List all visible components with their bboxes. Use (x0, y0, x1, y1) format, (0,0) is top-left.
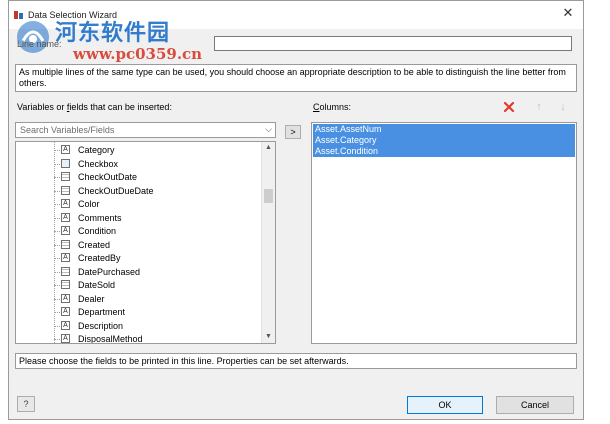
text-field-icon: A (61, 145, 70, 154)
tree-item-label: Dealer (78, 293, 105, 304)
tree-connector (54, 150, 60, 151)
date-field-icon (61, 185, 70, 195)
tree-item-label: Comments (78, 212, 122, 223)
text-field-icon: A (61, 307, 70, 316)
variables-tree[interactable]: A Category Checkbox CheckOutDate CheckOutDue… (15, 141, 276, 344)
date-field-icon (61, 239, 70, 249)
tree-connector (54, 244, 60, 246)
delete-icon[interactable] (502, 100, 516, 114)
column-item[interactable]: Asset.Category (313, 135, 575, 146)
data-selection-wizard-dialog: Data Selection Wizard ✕ 河东软件园 www.pc0359… (8, 0, 584, 420)
tree-connector (54, 298, 60, 300)
description-text: As multiple lines of the same type can b… (15, 64, 577, 92)
ok-button[interactable]: OK (407, 396, 483, 414)
scroll-down-icon[interactable]: ▼ (262, 331, 275, 343)
scroll-thumb[interactable] (264, 189, 273, 203)
text-field-icon: A (61, 293, 70, 303)
tree-connector (54, 163, 60, 165)
tree-item-label: DisposalMethod (78, 334, 143, 344)
date-field-icon (61, 280, 70, 289)
help-button[interactable]: ? (17, 396, 35, 412)
columns-list[interactable]: Asset.AssetNum Asset.Category Asset.Condit… (311, 122, 577, 344)
search-variables-combobox[interactable]: Search Variables/Fields ⌵ (15, 122, 276, 138)
variables-label: Variables or fields that can be inserted… (17, 102, 172, 112)
tree-item-label: CreatedBy (78, 253, 121, 263)
column-item[interactable]: Asset.Condition (313, 146, 575, 157)
text-field-icon: A (61, 212, 70, 222)
tree-connector (54, 312, 60, 313)
tree-item-label: Created (78, 239, 111, 250)
hint-text: Please choose the fields to be printed i… (15, 353, 577, 369)
date-field-icon (61, 266, 70, 276)
tree-connector (54, 177, 60, 178)
watermark-url: www.pc0359.cn (73, 45, 203, 63)
tree-item-label: CheckOutDate (78, 172, 138, 182)
tree-item-label: Department (78, 307, 126, 317)
tree-connector (54, 271, 60, 273)
tree-connector (54, 231, 60, 232)
line-name-input[interactable] (214, 36, 572, 51)
tree-connector (54, 217, 60, 219)
tree-item-label: Category (78, 145, 115, 155)
tree-connector (54, 325, 60, 327)
tree-item-label: DateSold (78, 280, 116, 290)
tree-scrollbar[interactable]: ▲ ▼ (261, 142, 275, 343)
move-up-icon[interactable]: ↑ (533, 100, 545, 114)
date-field-icon (61, 172, 70, 181)
tree-connector (54, 285, 60, 286)
tree-connector (54, 258, 60, 259)
add-field-button[interactable]: > (285, 125, 301, 139)
cancel-button[interactable]: Cancel (496, 396, 574, 414)
scroll-up-icon[interactable]: ▲ (262, 142, 275, 154)
tree-item-label: Description (78, 320, 124, 331)
tree-item-label: CheckOutDueDate (78, 185, 154, 196)
tree-connector (54, 190, 60, 192)
text-field-icon: A (61, 253, 70, 262)
text-field-icon: A (61, 334, 70, 343)
watermark-logo-icon (17, 21, 49, 53)
tree-item-label: Checkbox (78, 158, 119, 169)
tree-connector (54, 339, 60, 340)
line-name-label: Line name: (17, 39, 62, 49)
columns-label: Columns: (313, 102, 352, 112)
chevron-down-icon[interactable]: ⌵ (265, 124, 272, 135)
watermark-site-name: 河东软件园 (55, 20, 171, 46)
tree-item-label: Color (78, 199, 100, 209)
move-down-icon[interactable]: ↓ (557, 100, 569, 114)
close-button[interactable]: ✕ (553, 1, 583, 25)
tree-item-label: Condition (78, 226, 117, 236)
tree-item-label: DatePurchased (78, 266, 141, 277)
image-field-icon (61, 158, 70, 168)
text-field-icon: A (61, 320, 70, 330)
watermark: 河东软件园 www.pc0359.cn (11, 7, 211, 67)
search-placeholder: Search Variables/Fields (20, 125, 115, 135)
tree-connector (54, 204, 60, 205)
text-field-icon: A (61, 226, 70, 235)
column-item[interactable]: Asset.AssetNum (313, 124, 575, 135)
text-field-icon: A (61, 199, 70, 208)
